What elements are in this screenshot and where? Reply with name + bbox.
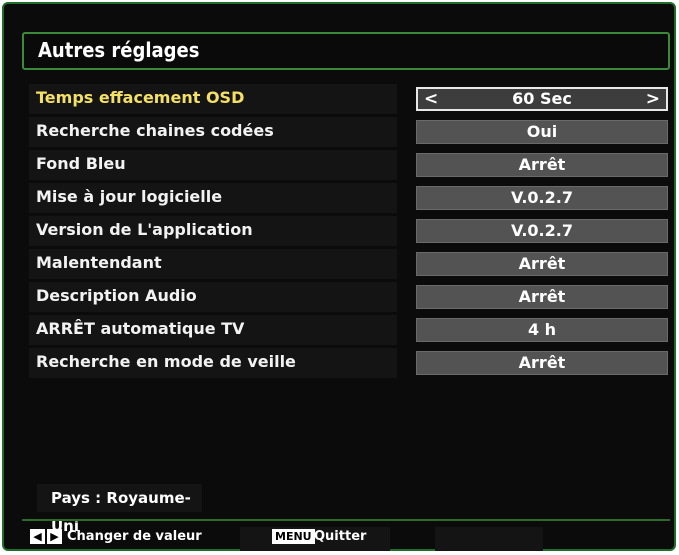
setting-value[interactable]: V.0.2.7	[416, 186, 668, 210]
osd-timeout-selector[interactable]: < 60 Sec >	[416, 87, 668, 111]
footer-divider-block	[435, 527, 543, 551]
menu-key-icon: MENU	[272, 529, 315, 544]
chevron-right-icon[interactable]: >	[646, 89, 660, 109]
setting-label: Version de L'application	[36, 220, 253, 239]
setting-value[interactable]: Arrêt	[416, 252, 668, 276]
setting-label: Recherche en mode de veille	[36, 352, 296, 371]
setting-row-blue-background[interactable]: Fond Bleu Arrêt	[29, 150, 670, 180]
setting-label: ARRÊT automatique TV	[36, 319, 245, 338]
setting-value: V.0.2.7	[416, 219, 668, 243]
setting-label: Mise à jour logicielle	[36, 187, 223, 206]
title-bar: Autres réglages	[22, 32, 670, 70]
page-title: Autres réglages	[38, 38, 200, 62]
setting-value[interactable]: Arrêt	[416, 351, 668, 375]
right-arrow-key-icon: ▶	[47, 529, 62, 544]
setting-label: Description Audio	[36, 286, 197, 305]
setting-row-app-version: Version de L'application V.0.2.7	[29, 216, 670, 246]
setting-row-hard-of-hearing[interactable]: Malentendant Arrêt	[29, 249, 670, 279]
change-value-hint: Changer de valeur	[67, 529, 202, 544]
setting-value[interactable]: Arrêt	[416, 153, 668, 177]
setting-value[interactable]: Oui	[416, 120, 668, 144]
setting-label: Malentendant	[36, 253, 162, 272]
setting-row-osd-timeout[interactable]: Temps effacement OSD < 60 Sec >	[29, 84, 670, 114]
setting-row-software-update[interactable]: Mise à jour logicielle V.0.2.7	[29, 183, 670, 213]
country-label: Pays : Royaume-Uni	[37, 484, 202, 535]
settings-window: Autres réglages Temps effacement OSD < 6…	[2, 2, 676, 551]
setting-label: Recherche chaines codées	[36, 121, 274, 140]
footer-help-bar: ◀ ▶ Changer de valeur MENU Quitter	[22, 519, 670, 555]
setting-label: Fond Bleu	[36, 154, 126, 173]
setting-row-scrambled-search[interactable]: Recherche chaines codées Oui	[29, 117, 670, 147]
setting-row-standby-search[interactable]: Recherche en mode de veille Arrêt	[29, 348, 670, 378]
left-arrow-key-icon: ◀	[30, 529, 45, 544]
setting-value[interactable]: 4 h	[416, 318, 668, 342]
setting-value: 60 Sec	[512, 89, 572, 108]
setting-row-audio-description[interactable]: Description Audio Arrêt	[29, 282, 670, 312]
quit-hint: Quitter	[314, 529, 367, 544]
setting-row-auto-tv-off[interactable]: ARRÊT automatique TV 4 h	[29, 315, 670, 345]
setting-value[interactable]: Arrêt	[416, 285, 668, 309]
left-right-keys: ◀ ▶	[30, 529, 62, 544]
chevron-left-icon[interactable]: <	[424, 89, 438, 109]
setting-label: Temps effacement OSD	[36, 88, 245, 107]
